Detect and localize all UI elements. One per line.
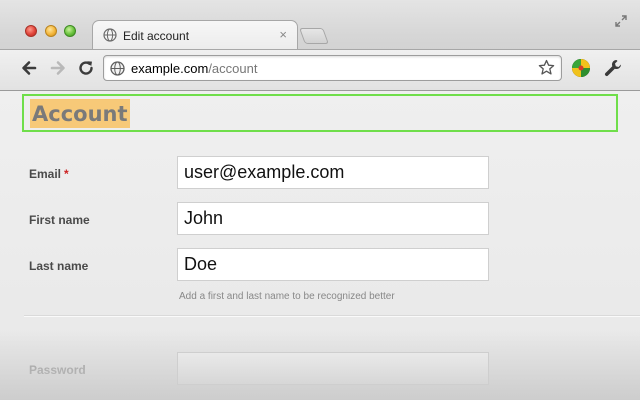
globe-icon [110,61,125,76]
tab-close-icon[interactable]: × [279,27,287,42]
last-name-hint: Add a first and last name to be recogniz… [179,291,395,302]
section-divider-highlight [24,316,640,317]
page-title: Account [30,99,130,128]
url-text: example.com/account [131,61,257,76]
globe-icon [103,28,117,42]
resize-icon[interactable] [614,14,628,28]
first-name-field[interactable] [177,202,489,235]
tab-title: Edit account [123,29,190,43]
email-label-text: Email [29,167,62,181]
reload-icon[interactable] [77,59,95,77]
zoom-window-button[interactable] [64,25,76,37]
url-path: /account [208,61,258,76]
back-arrow-icon[interactable] [20,59,38,77]
wrench-icon[interactable] [603,58,623,78]
email-label: Email * [29,167,69,181]
minimize-window-button[interactable] [45,25,57,37]
page-content: Account Email* First name Last name Add … [0,90,640,400]
email-field[interactable] [177,156,489,189]
address-bar[interactable]: example.com/account [103,55,562,81]
star-icon[interactable] [538,59,555,76]
first-name-label: First name [29,213,90,227]
new-tab-button[interactable] [299,28,329,44]
page-header: Account [22,94,618,132]
browser-chrome: Edit account × example.com/account [0,0,640,90]
toolbar: example.com/account [0,49,640,90]
last-name-field[interactable] [177,248,489,281]
forward-arrow-icon[interactable] [49,59,67,77]
required-marker: * [64,167,69,181]
password-field[interactable] [177,352,489,385]
extension-icon[interactable] [571,58,591,78]
password-label: Password [29,363,86,377]
tab-edit-account[interactable]: Edit account × [92,20,298,49]
close-window-button[interactable] [25,25,37,37]
last-name-label: Last name [29,259,89,273]
url-host: example.com [131,61,209,76]
